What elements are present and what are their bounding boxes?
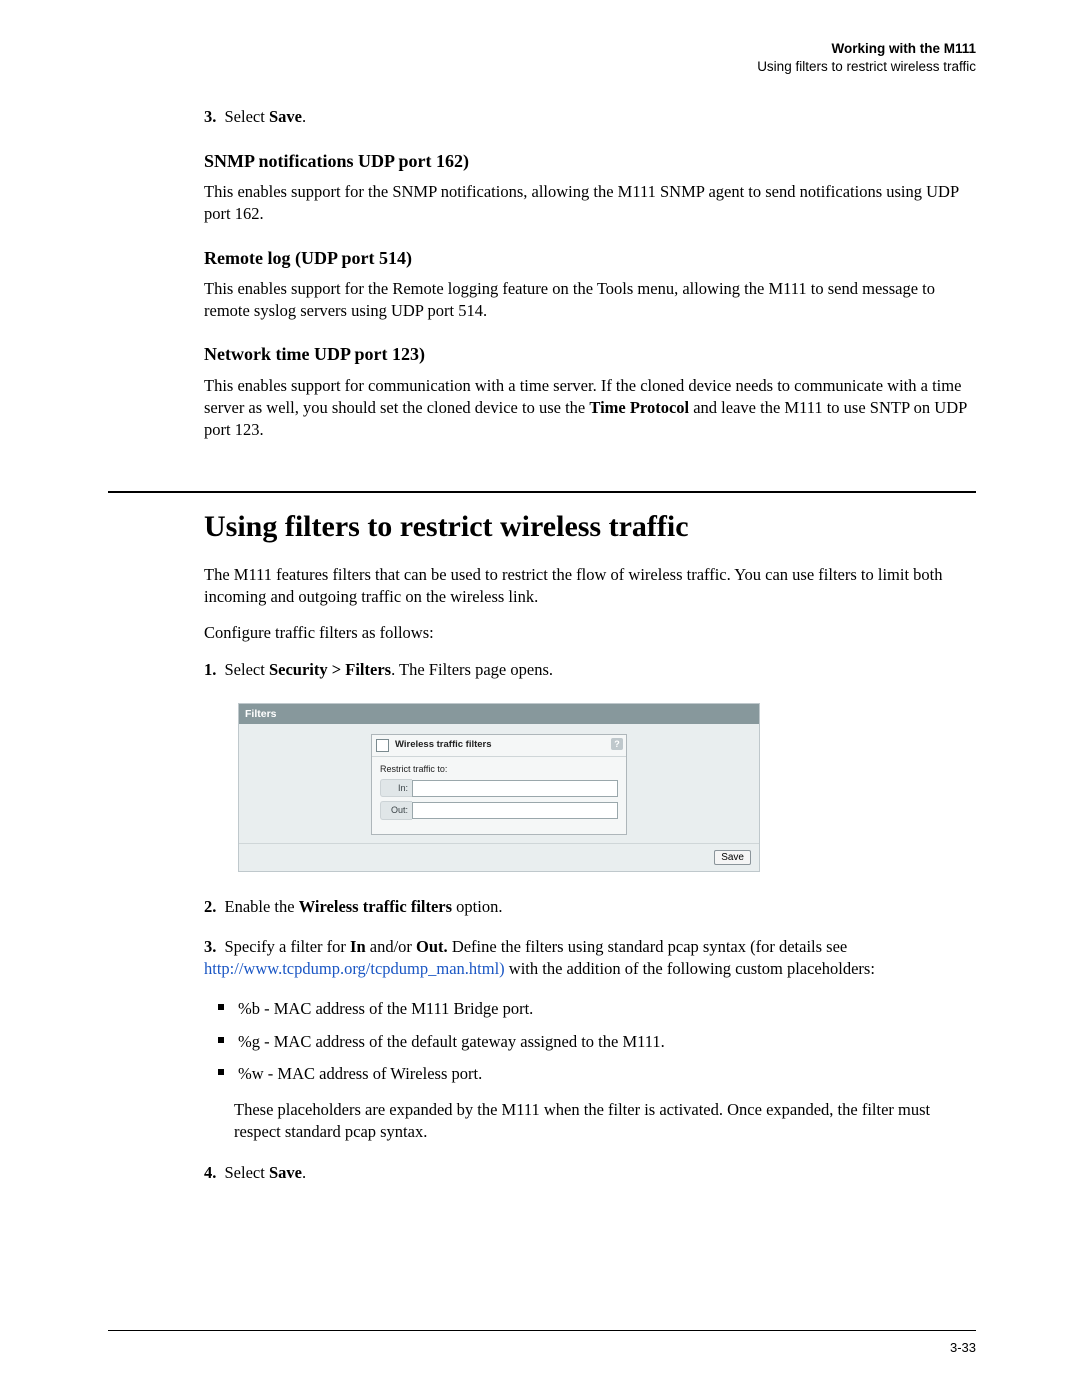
- out-label: Out:: [380, 801, 412, 819]
- tcpdump-link[interactable]: http://www.tcpdump.org/tcpdump_man.html): [204, 959, 505, 978]
- step-text-before: Enable the: [220, 897, 298, 916]
- step3-a: Specify a filter for: [220, 937, 350, 956]
- prev-step-3: 3. Select Save.: [204, 106, 976, 128]
- list-item: %b - MAC address of the M111 Bridge port…: [238, 998, 976, 1020]
- placeholder-list: %b - MAC address of the M111 Bridge port…: [204, 998, 976, 1085]
- step-text-bold: Save: [269, 1163, 302, 1182]
- running-header-section: Using filters to restrict wireless traff…: [108, 58, 976, 76]
- step3-c: Define the filters using standard pcap s…: [448, 937, 848, 956]
- wireless-filters-checkbox[interactable]: [376, 739, 389, 752]
- section-rule: [108, 491, 976, 493]
- running-header: Working with the M111 Using filters to r…: [108, 40, 976, 76]
- step-text-bold: Wireless traffic filters: [299, 897, 452, 916]
- step-text-bold: Save: [269, 107, 302, 126]
- filters-panel-title: Filters: [239, 704, 759, 724]
- intro-paragraph-2: Configure traffic filters as follows:: [204, 622, 976, 644]
- footer-rule: [108, 1330, 976, 1331]
- filters-inner-head: Wireless traffic filters ?: [372, 735, 626, 757]
- step-text-after: .: [302, 1163, 306, 1182]
- section-title: Using filters to restrict wireless traff…: [204, 507, 976, 548]
- restrict-traffic-label: Restrict traffic to:: [380, 763, 618, 775]
- page-number: 3-33: [950, 1339, 976, 1357]
- list-item: %g - MAC address of the default gateway …: [238, 1031, 976, 1053]
- step-1: 1. Select Security > Filters. The Filter…: [204, 659, 976, 681]
- in-label: In:: [380, 779, 412, 797]
- step-number: 4.: [204, 1163, 216, 1182]
- paragraph-remotelog: This enables support for the Remote logg…: [204, 278, 976, 323]
- step3-trailing-paragraph: These placeholders are expanded by the M…: [234, 1099, 976, 1144]
- filters-panel-footer: Save: [239, 843, 759, 871]
- filters-inner-body: Restrict traffic to: In: Out:: [372, 757, 626, 833]
- wireless-filters-label: Wireless traffic filters: [395, 739, 492, 752]
- nettime-bold: Time Protocol: [589, 398, 689, 417]
- step-number: 2.: [204, 897, 216, 916]
- list-item: %w - MAC address of Wireless port.: [238, 1063, 976, 1085]
- intro-paragraph-1: The M111 features filters that can be us…: [204, 564, 976, 609]
- step-2: 2. Enable the Wireless traffic filters o…: [204, 896, 976, 918]
- paragraph-nettime: This enables support for communication w…: [204, 375, 976, 442]
- row-out: Out:: [380, 801, 618, 819]
- step-number: 3.: [204, 937, 216, 956]
- out-input[interactable]: [412, 802, 618, 819]
- step-text-before: Select: [220, 1163, 269, 1182]
- step3-out: Out.: [416, 937, 448, 956]
- step-text-before: Select: [220, 660, 269, 679]
- step3-d: with the addition of the following custo…: [505, 959, 875, 978]
- step-number: 3.: [204, 107, 216, 126]
- step3-b: and/or: [366, 937, 416, 956]
- running-header-chapter: Working with the M111: [108, 40, 976, 58]
- subheading-snmp: SNMP notifications UDP port 162): [204, 149, 976, 173]
- in-input[interactable]: [412, 780, 618, 797]
- help-icon[interactable]: ?: [611, 738, 623, 750]
- row-in: In:: [380, 779, 618, 797]
- save-button[interactable]: Save: [714, 850, 751, 865]
- step-text-after: option.: [452, 897, 502, 916]
- filters-panel: Filters Wireless traffic filters ? Restr…: [238, 703, 760, 872]
- step-4: 4. Select Save.: [204, 1162, 976, 1184]
- subheading-remotelog: Remote log (UDP port 514): [204, 246, 976, 270]
- step3-in: In: [350, 937, 366, 956]
- step-3: 3. Specify a filter for In and/or Out. D…: [204, 936, 976, 981]
- step-text-after: .: [302, 107, 306, 126]
- subheading-nettime: Network time UDP port 123): [204, 342, 976, 366]
- step-number: 1.: [204, 660, 216, 679]
- step-text-before: Select: [220, 107, 269, 126]
- paragraph-snmp: This enables support for the SNMP notifi…: [204, 181, 976, 226]
- step-text-bold: Security > Filters: [269, 660, 391, 679]
- filters-inner-box: Wireless traffic filters ? Restrict traf…: [371, 734, 627, 834]
- step-text-after: . The Filters page opens.: [391, 660, 553, 679]
- filters-panel-body: Wireless traffic filters ? Restrict traf…: [239, 724, 759, 842]
